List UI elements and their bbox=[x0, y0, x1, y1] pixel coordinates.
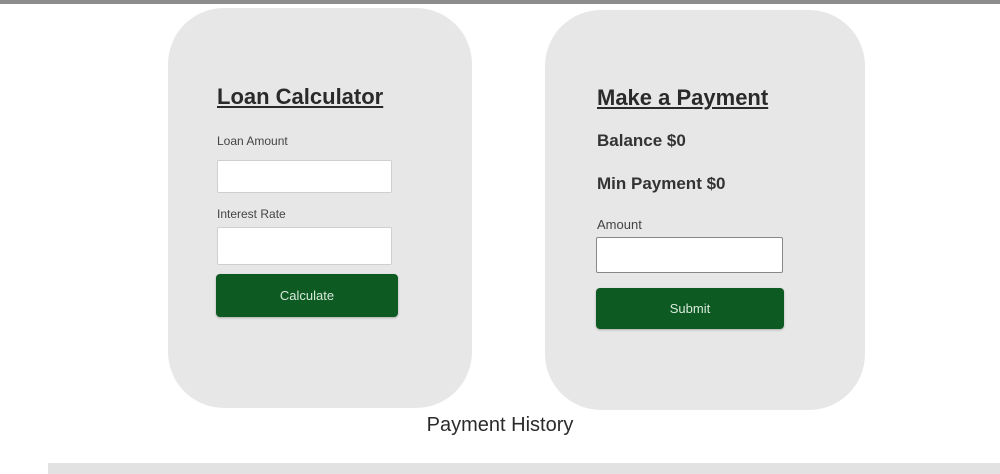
loan-calculator-title: Loan Calculator bbox=[217, 84, 384, 109]
min-payment-text: Min Payment $0 bbox=[597, 174, 726, 193]
make-payment-title: Make a Payment bbox=[597, 85, 769, 110]
submit-payment-button[interactable]: Submit bbox=[596, 288, 784, 329]
payment-history-heading: Payment History bbox=[426, 414, 574, 436]
payment-history-panel-edge bbox=[48, 463, 1000, 474]
payment-amount-label: Amount bbox=[597, 217, 642, 232]
loan-calculator-card: Loan Calculator Loan Amount Interest Rat… bbox=[168, 8, 472, 408]
top-border bbox=[0, 0, 1000, 4]
payment-amount-input[interactable] bbox=[596, 237, 783, 273]
interest-rate-label: Interest Rate bbox=[217, 207, 286, 221]
loan-amount-label: Loan Amount bbox=[217, 134, 288, 148]
make-payment-card: Make a Payment Balance $0 Min Payment $0… bbox=[545, 10, 865, 410]
loan-amount-input[interactable] bbox=[217, 160, 392, 193]
calculate-button[interactable]: Calculate bbox=[216, 274, 398, 317]
balance-text: Balance $0 bbox=[597, 131, 686, 150]
interest-rate-input[interactable] bbox=[217, 227, 392, 265]
